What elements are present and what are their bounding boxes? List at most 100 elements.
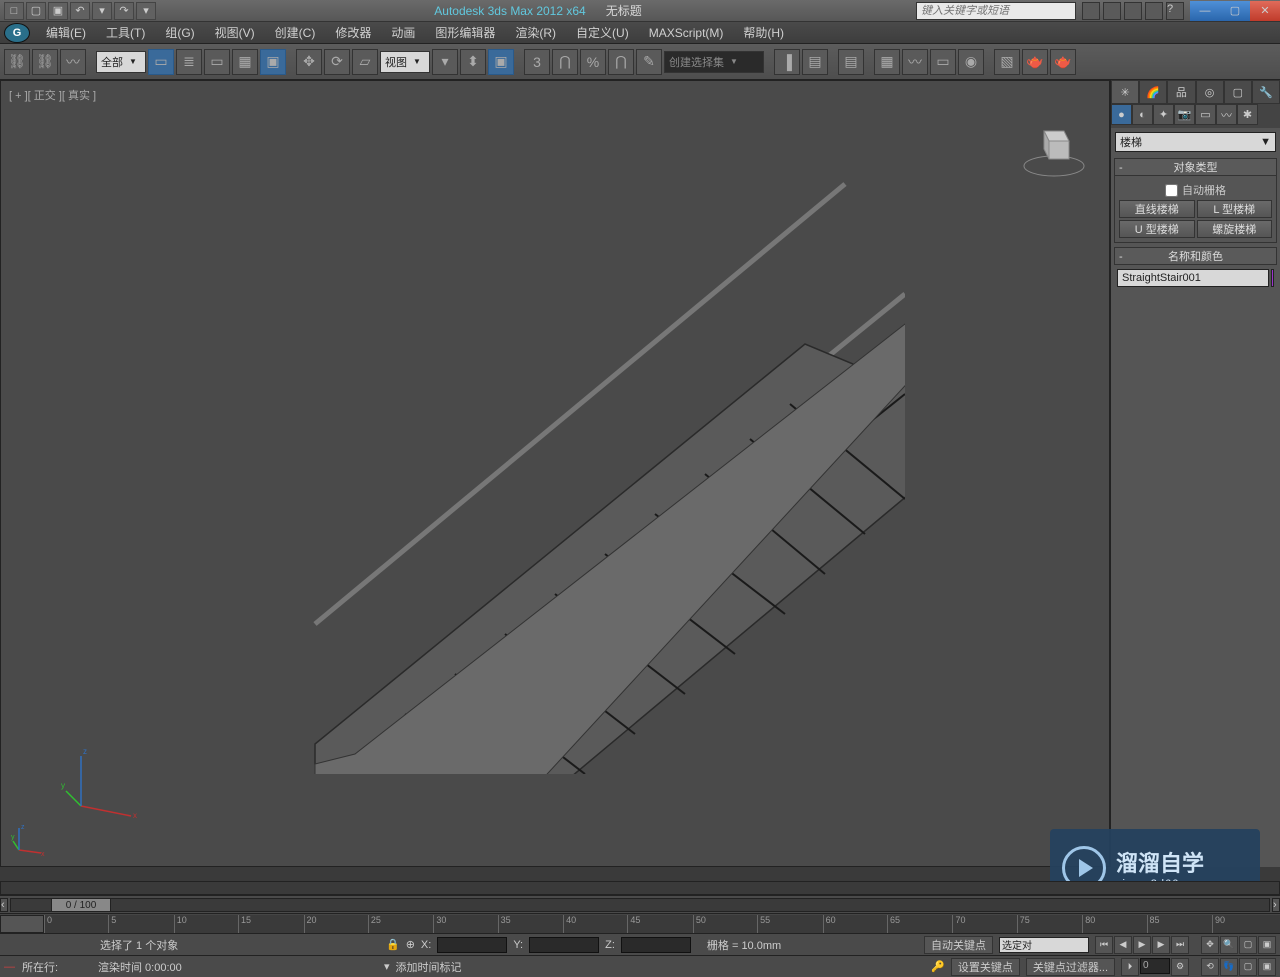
- btn-l-stair[interactable]: L 型楼梯: [1197, 200, 1273, 218]
- spinner-snap-icon[interactable]: ⋂: [608, 49, 634, 75]
- btn-straight-stair[interactable]: 直线楼梯: [1119, 200, 1195, 218]
- play-icon[interactable]: ▶: [1133, 936, 1151, 954]
- qa-new-icon[interactable]: □: [4, 2, 24, 20]
- shapes-icon[interactable]: ◐: [1132, 104, 1153, 125]
- time-tag-icon[interactable]: ▾: [384, 960, 390, 973]
- coord-display-icon[interactable]: ⊕: [406, 938, 415, 951]
- viewport-zoom-all-icon[interactable]: ▣: [1258, 936, 1276, 954]
- select-manipulate-icon[interactable]: ⬍: [460, 49, 486, 75]
- named-selection-dropdown[interactable]: 创建选择集▼: [664, 51, 764, 73]
- window-crossing-icon[interactable]: ▦: [232, 49, 258, 75]
- auto-key-button[interactable]: 自动关键点: [924, 936, 993, 954]
- percent-snap-icon[interactable]: %: [580, 49, 606, 75]
- viewport-walk-icon[interactable]: 👣: [1220, 958, 1238, 976]
- goto-end-icon[interactable]: ⏭: [1171, 936, 1189, 954]
- lock-selection-icon[interactable]: 🔒: [386, 938, 400, 951]
- prev-frame-icon[interactable]: ◀: [1114, 936, 1132, 954]
- menu-maxscript[interactable]: MAXScript(M): [639, 23, 734, 43]
- current-frame-input[interactable]: [1140, 958, 1170, 974]
- y-coord-input[interactable]: [529, 937, 599, 953]
- minimize-button[interactable]: —: [1190, 1, 1220, 21]
- edit-named-selection-icon[interactable]: ✎: [636, 49, 662, 75]
- subscription-icon[interactable]: [1103, 2, 1121, 20]
- viewport[interactable]: [ + ][ 正交 ][ 真实 ]: [0, 80, 1110, 867]
- move-icon[interactable]: ✥: [296, 49, 322, 75]
- systems-icon[interactable]: ✱: [1237, 104, 1258, 125]
- next-frame-icon[interactable]: ▶: [1152, 936, 1170, 954]
- snap-toggle-icon[interactable]: 3: [524, 49, 550, 75]
- x-coord-input[interactable]: [437, 937, 507, 953]
- bind-spacewarp-icon[interactable]: 〰: [60, 49, 86, 75]
- unlink-icon[interactable]: ⛓: [32, 49, 58, 75]
- menu-customize[interactable]: 自定义(U): [566, 21, 639, 44]
- menu-animation[interactable]: 动画: [381, 21, 425, 44]
- menu-views[interactable]: 视图(V): [205, 21, 265, 44]
- rollout-header-name-color[interactable]: -名称和颜色: [1114, 247, 1277, 265]
- time-config-icon[interactable]: ⚙: [1171, 958, 1189, 976]
- lights-icon[interactable]: ✦: [1153, 104, 1174, 125]
- btn-u-stair[interactable]: U 型楼梯: [1119, 220, 1195, 238]
- keyboard-shortcut-override-icon[interactable]: ▣: [488, 49, 514, 75]
- align-icon[interactable]: ▤: [802, 49, 828, 75]
- paint-selection-icon[interactable]: ▣: [260, 49, 286, 75]
- menu-create[interactable]: 创建(C): [265, 21, 326, 44]
- tab-modify-icon[interactable]: 🌈: [1139, 80, 1167, 104]
- qa-undo-icon[interactable]: ↶: [70, 2, 90, 20]
- rollout-header-object-type[interactable]: -对象类型: [1114, 158, 1277, 176]
- spacewarps-icon[interactable]: 〰: [1216, 104, 1237, 125]
- maximize-button[interactable]: ▢: [1220, 1, 1250, 21]
- use-pivot-center-icon[interactable]: ▾: [432, 49, 458, 75]
- selection-filter-dropdown[interactable]: 全部▼: [96, 51, 146, 73]
- viewport-pan-icon[interactable]: ✥: [1201, 936, 1219, 954]
- scale-icon[interactable]: ▱: [352, 49, 378, 75]
- key-filters-button[interactable]: 关键点过滤器...: [1026, 958, 1115, 976]
- select-by-name-icon[interactable]: ≣: [176, 49, 202, 75]
- tab-display-icon[interactable]: ▢: [1224, 80, 1252, 104]
- key-mode-toggle-icon[interactable]: ⏵: [1121, 958, 1139, 976]
- qa-undo-drop-icon[interactable]: ▾: [92, 2, 112, 20]
- tab-utilities-icon[interactable]: 🔧: [1252, 80, 1280, 104]
- category-dropdown[interactable]: 楼梯▼: [1115, 132, 1276, 152]
- cameras-icon[interactable]: 📷: [1174, 104, 1195, 125]
- goto-start-icon[interactable]: ⏮: [1095, 936, 1113, 954]
- menu-group[interactable]: 组(G): [155, 21, 204, 44]
- infocenter-search-input[interactable]: [916, 2, 1076, 20]
- mirror-icon[interactable]: ▐: [774, 49, 800, 75]
- add-time-tag-label[interactable]: 添加时间标记: [396, 959, 462, 975]
- viewport-zoom-icon[interactable]: 🔍: [1220, 936, 1238, 954]
- render-production-icon[interactable]: 🫖: [1050, 49, 1076, 75]
- viewport-scrollbar-h[interactable]: [0, 881, 1280, 895]
- select-region-icon[interactable]: ▭: [204, 49, 230, 75]
- search-icon[interactable]: [1082, 2, 1100, 20]
- viewport-label[interactable]: [ + ][ 正交 ][ 真实 ]: [9, 87, 96, 103]
- material-editor-icon[interactable]: ◉: [958, 49, 984, 75]
- object-color-swatch[interactable]: [1271, 269, 1274, 287]
- qa-redo-icon[interactable]: ↷: [114, 2, 134, 20]
- application-menu-icon[interactable]: G: [4, 23, 30, 43]
- help-icon[interactable]: ?: [1166, 2, 1184, 20]
- tab-create-icon[interactable]: ✳: [1111, 80, 1139, 104]
- helpers-icon[interactable]: ▭: [1195, 104, 1216, 125]
- key-icon[interactable]: 🔑: [931, 960, 945, 973]
- menu-rendering[interactable]: 渲染(R): [505, 21, 566, 44]
- schematic-view-icon[interactable]: ▭: [930, 49, 956, 75]
- graphite-tools-icon[interactable]: ▦: [874, 49, 900, 75]
- menu-modifiers[interactable]: 修改器: [325, 21, 381, 44]
- rendered-frame-icon[interactable]: 🫖: [1022, 49, 1048, 75]
- link-icon[interactable]: ⛓: [4, 49, 30, 75]
- auto-grid-checkbox[interactable]: [1165, 184, 1178, 197]
- render-setup-icon[interactable]: ▧: [994, 49, 1020, 75]
- menu-edit[interactable]: 编辑(E): [36, 21, 96, 44]
- menu-tools[interactable]: 工具(T): [96, 21, 155, 44]
- layer-manager-icon[interactable]: ▤: [838, 49, 864, 75]
- rotate-icon[interactable]: ⟳: [324, 49, 350, 75]
- viewport-fov-icon[interactable]: ▢: [1239, 936, 1257, 954]
- select-object-icon[interactable]: ▭: [148, 49, 174, 75]
- btn-spiral-stair[interactable]: 螺旋楼梯: [1197, 220, 1273, 238]
- viewport-orbit-icon[interactable]: ⟲: [1201, 958, 1219, 976]
- set-key-button[interactable]: 设置关键点: [951, 958, 1020, 976]
- key-mode-dropdown[interactable]: [999, 937, 1089, 953]
- slider-left-arrow[interactable]: ‹: [0, 898, 8, 912]
- object-name-input[interactable]: [1117, 269, 1269, 287]
- tab-motion-icon[interactable]: ◎: [1196, 80, 1224, 104]
